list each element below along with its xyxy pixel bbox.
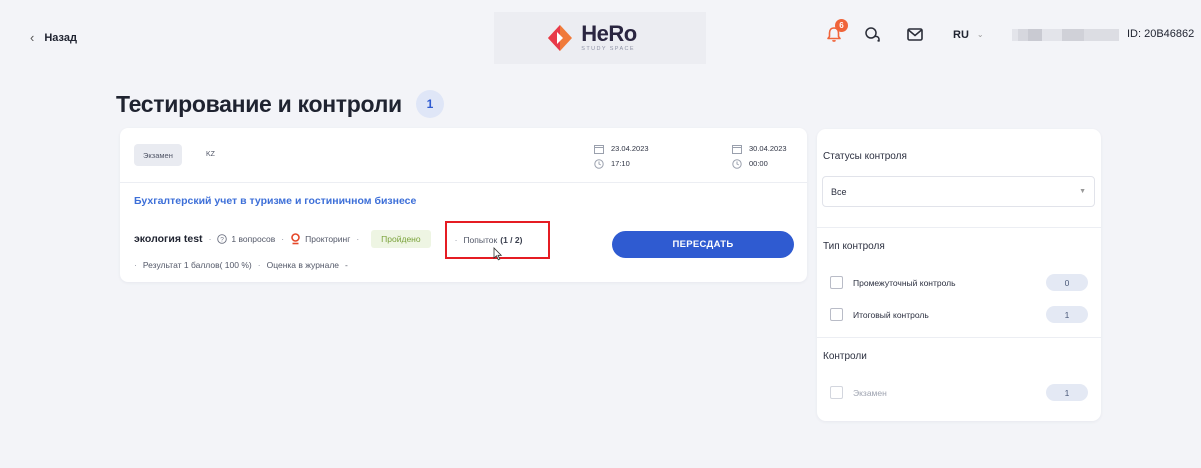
- calendar-icon: [594, 144, 604, 154]
- type-filter-label: Итоговый контроль: [853, 309, 929, 320]
- type-filter-count: 1: [1046, 306, 1088, 323]
- logo[interactable]: HeRo STUDY SPACE: [545, 21, 637, 53]
- chevron-left-icon: ‹: [30, 30, 35, 45]
- start-datetime: 23.04.2023 17:10: [594, 142, 649, 172]
- controls-filter-count: 1: [1046, 384, 1088, 401]
- proctoring-icon: [290, 233, 301, 245]
- svg-text:?: ?: [221, 236, 225, 243]
- notifications-bell-icon[interactable]: 6: [826, 19, 848, 43]
- attempts-label: Попыток: [463, 235, 498, 245]
- type-filter-intermediate[interactable]: Промежуточный контроль 0: [830, 274, 1095, 291]
- filters-panel: Статусы контроля Все ▼ Тип контроля Пром…: [817, 129, 1101, 421]
- tests-count-badge: 1: [415, 90, 444, 118]
- chat-icon[interactable]: [864, 26, 881, 43]
- test-card-header: Экзамен KZ 23.04.2023 17:10 30.04.2023 0…: [120, 128, 807, 183]
- end-datetime: 30.04.2023 00:00: [732, 142, 787, 172]
- user-id: ID: 20B46862: [1127, 28, 1195, 40]
- status-filter-title: Статусы контроля: [823, 151, 907, 162]
- hero-logo-icon: [548, 25, 573, 51]
- notifications-badge: 6: [835, 19, 848, 32]
- chevron-down-icon: ▼: [1079, 188, 1086, 195]
- clock-icon: [732, 158, 742, 169]
- type-filter-title: Тип контроля: [823, 241, 885, 252]
- user-name-redacted: [1012, 29, 1119, 41]
- checkbox[interactable]: [830, 308, 843, 321]
- separator-dot: ·: [454, 235, 458, 245]
- end-date: 30.04.2023: [749, 144, 787, 153]
- clock-icon: [594, 158, 604, 169]
- test-meta-row: экология test · ? 1 вопросов · Прокторин…: [134, 220, 550, 261]
- top-bar: ‹ Назад HeRo STUDY SPACE 6 RU ⌄ ID: 20B4…: [0, 0, 1201, 70]
- start-date: 23.04.2023: [611, 144, 649, 153]
- type-filter-count: 0: [1046, 274, 1088, 291]
- divider: [817, 337, 1101, 338]
- separator-dot: ·: [208, 234, 212, 244]
- back-label: Назад: [44, 31, 77, 44]
- mouse-cursor-icon: [493, 247, 502, 261]
- start-time: 17:10: [611, 159, 630, 168]
- checkbox[interactable]: [830, 386, 843, 399]
- type-filter-final[interactable]: Итоговый контроль 1: [830, 306, 1095, 323]
- logo-subtitle: STUDY SPACE: [581, 46, 635, 53]
- proctoring-label: Прокторинг: [305, 234, 351, 244]
- page-title-text: Тестирование и контроли: [116, 90, 402, 117]
- separator-dot: ·: [281, 234, 285, 244]
- separator-dot: ·: [134, 260, 137, 270]
- controls-filter-exam[interactable]: Экзамен 1: [830, 384, 1095, 401]
- end-time: 00:00: [749, 159, 768, 168]
- status-select[interactable]: Все ▼: [822, 176, 1095, 207]
- chevron-down-icon: ⌄: [976, 30, 984, 39]
- language-tag: KZ: [206, 151, 215, 158]
- question-icon: ?: [217, 234, 228, 244]
- divider: [817, 227, 1101, 228]
- journal-grade-value: -: [345, 260, 348, 270]
- separator-dot: ·: [257, 260, 261, 270]
- mail-icon[interactable]: [907, 28, 923, 41]
- controls-filter-title: Контроли: [823, 351, 867, 362]
- test-card-body: Бухгалтерский учет в туризме и гостиничн…: [120, 183, 807, 282]
- page-title: Тестирование и контроли 1: [116, 90, 444, 118]
- result-text: Результат 1 баллов( 100 %): [142, 260, 252, 270]
- exam-type-tag: Экзамен: [134, 144, 182, 166]
- journal-grade-label: Оценка в журнале: [266, 260, 340, 270]
- type-filter-label: Промежуточный контроль: [853, 277, 956, 288]
- language-label: RU: [953, 28, 969, 41]
- logo-brand: HeRo: [581, 21, 637, 47]
- test-card: Экзамен KZ 23.04.2023 17:10 30.04.2023 0…: [120, 128, 807, 282]
- calendar-icon: [732, 144, 742, 154]
- controls-filter-label: Экзамен: [853, 387, 887, 398]
- attempts-highlight: · Попыток (1 / 2): [444, 221, 550, 261]
- test-name: экология test: [134, 233, 203, 245]
- separator-dot: ·: [356, 234, 360, 244]
- attempts-value: (1 / 2): [500, 235, 523, 245]
- result-row: · Результат 1 баллов( 100 %) · Оценка в …: [134, 260, 348, 270]
- status-select-value: Все: [831, 186, 847, 197]
- language-selector[interactable]: RU ⌄: [953, 29, 984, 41]
- status-badge-passed: Пройдено: [371, 230, 431, 248]
- course-title-link[interactable]: Бухгалтерский учет в туризме и гостиничн…: [134, 195, 416, 207]
- back-button[interactable]: ‹ Назад: [30, 30, 77, 45]
- logo-area: HeRo STUDY SPACE: [494, 12, 706, 64]
- checkbox[interactable]: [830, 276, 843, 289]
- questions-count: 1 вопросов: [231, 234, 276, 244]
- retake-button[interactable]: ПЕРЕСДАТЬ: [612, 231, 794, 258]
